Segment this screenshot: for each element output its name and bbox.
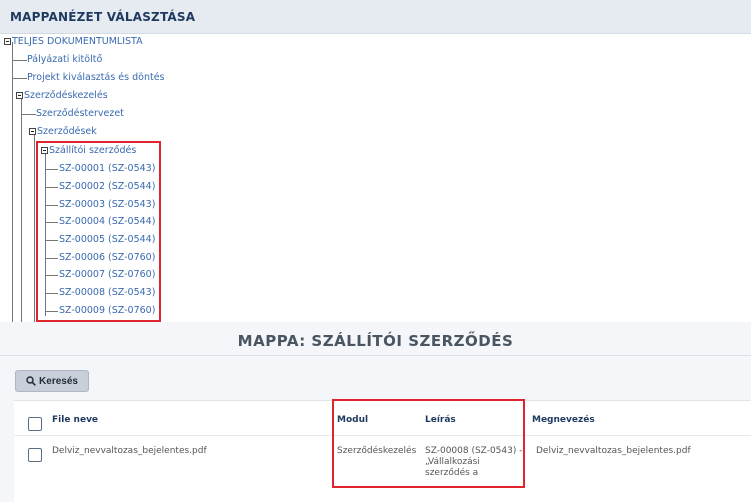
column-header-file[interactable]: File neve <box>52 415 98 425</box>
row-file-name[interactable]: Delviz_nevvaltozas_bejelentes.pdf <box>52 446 207 457</box>
tree-line <box>34 135 35 322</box>
tree-node-szerzodeskezeles[interactable]: Szerződéskezelés <box>24 90 108 102</box>
divider <box>0 355 751 356</box>
header-bar: MAPPANÉZET VÁLASZTÁSA <box>0 0 751 34</box>
file-table: File neve Modul Leírás Megnevezés Delviz… <box>14 399 751 502</box>
tree-node-projekt-kivalasztas[interactable]: Projekt kiválasztás és döntés <box>27 72 165 84</box>
row-checkbox[interactable] <box>28 448 42 462</box>
search-button[interactable]: Keresés <box>15 370 89 392</box>
tree-line <box>12 42 13 322</box>
tree-line <box>13 78 27 79</box>
highlight-box <box>332 399 525 488</box>
tree-line <box>21 99 22 322</box>
highlight-box <box>36 141 161 322</box>
tree-line <box>22 114 36 115</box>
row-megnevezes: Delviz_nevvaltozas_bejelentes.pdf <box>536 446 691 456</box>
tree-node-palyazati-kitolto[interactable]: Pályázati kitöltő <box>27 54 102 66</box>
tree-line <box>13 60 27 61</box>
collapse-toggle-icon[interactable] <box>4 38 11 45</box>
tree-node-szerzodesek[interactable]: Szerződések <box>37 126 97 138</box>
collapse-toggle-icon[interactable] <box>29 128 36 135</box>
select-all-checkbox[interactable] <box>28 417 42 431</box>
page-title: MAPPANÉZET VÁLASZTÁSA <box>10 10 196 24</box>
folder-title: MAPPA: SZÁLLÍTÓI SZERZŐDÉS <box>237 332 514 350</box>
folder-panel: MAPPA: SZÁLLÍTÓI SZERZŐDÉS Keresés File … <box>0 322 751 502</box>
tree-node-root[interactable]: TELJES DOKUMENTUMLISTA <box>12 36 143 48</box>
collapse-toggle-icon[interactable] <box>16 92 23 99</box>
tree-node-szerzodestervezet[interactable]: Szerződéstervezet <box>36 108 124 120</box>
column-header-megnevezes[interactable]: Megnevezés <box>532 415 595 425</box>
search-icon <box>26 376 36 386</box>
search-button-label: Keresés <box>39 375 78 387</box>
folder-tree: TELJES DOKUMENTUMLISTA Pályázati kitöltő… <box>0 34 751 322</box>
